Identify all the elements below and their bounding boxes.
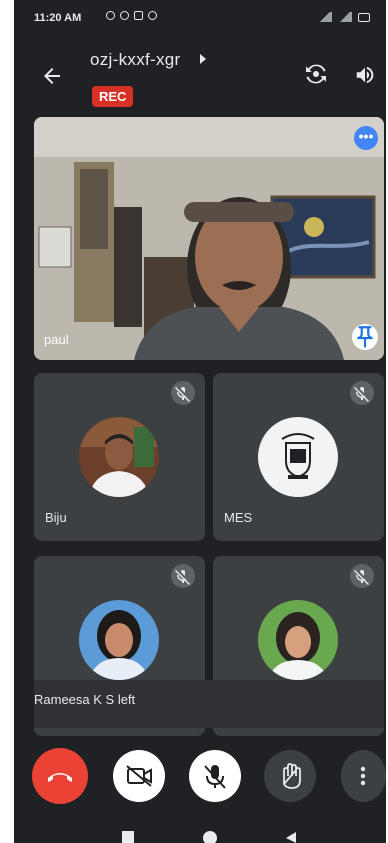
alarm-icon [106, 11, 115, 20]
mic-off-icon [171, 564, 195, 588]
recents-icon[interactable] [122, 831, 134, 843]
whatsapp-icon [120, 11, 129, 20]
mic-toggle-button[interactable] [189, 750, 241, 802]
meeting-code[interactable]: ozj-kxxf-xgr [90, 50, 181, 70]
meeting-header: ozj-kxxf-xgr REC [14, 36, 386, 116]
notification-icons [106, 11, 157, 20]
sync-icon [148, 11, 157, 20]
speaker-icon[interactable] [354, 64, 376, 86]
avatar [79, 600, 159, 680]
end-call-button[interactable] [32, 748, 88, 804]
signal-2-icon [338, 12, 352, 22]
main-video-tile[interactable]: paul ••• [34, 117, 384, 360]
pin-button[interactable] [352, 324, 378, 350]
more-horiz-icon[interactable]: ••• [354, 126, 378, 150]
call-controls [14, 745, 386, 805]
raise-hand-button[interactable] [264, 750, 316, 802]
pin-icon [357, 326, 373, 348]
participant-tile[interactable]: MES [213, 373, 384, 541]
avatar [258, 417, 338, 497]
participant-name: Biju [45, 510, 67, 525]
back-arrow-icon[interactable] [40, 64, 64, 88]
video-feed [34, 117, 384, 360]
more-vert-icon [360, 766, 366, 786]
participant-left-notice: Rameesa K S left [34, 692, 136, 707]
participant-tile[interactable]: Biju [34, 373, 205, 541]
camera-off-icon [126, 765, 152, 787]
app-icon [134, 11, 143, 20]
nav-back-icon[interactable] [286, 832, 296, 843]
mic-off-icon [171, 381, 195, 405]
status-time: 11:20 AM [34, 12, 82, 24]
end-call-icon [48, 773, 72, 782]
more-options-button[interactable] [341, 750, 386, 802]
switch-camera-icon[interactable] [304, 62, 328, 86]
phone-screen: 11:20 AM ozj-kxxf-xgr REC paul ••• Biju … [14, 0, 386, 843]
home-icon[interactable] [203, 831, 217, 843]
avatar [258, 600, 338, 680]
avatar [79, 417, 159, 497]
mic-off-icon [204, 765, 226, 789]
battery-icon [358, 12, 370, 22]
system-nav-bar [14, 815, 386, 843]
main-participant-name: paul [44, 332, 69, 347]
participant-name: MES [224, 510, 253, 525]
system-icons [318, 12, 370, 22]
chevron-right-icon[interactable] [200, 54, 206, 64]
signal-icon [318, 12, 332, 22]
status-bar: 11:20 AM [14, 0, 386, 36]
raise-hand-icon [282, 763, 301, 789]
mic-off-icon [350, 381, 374, 405]
mic-off-icon [350, 564, 374, 588]
logo-emblem-icon [258, 417, 338, 497]
camera-toggle-button[interactable] [113, 750, 165, 802]
recording-badge: REC [92, 86, 134, 107]
